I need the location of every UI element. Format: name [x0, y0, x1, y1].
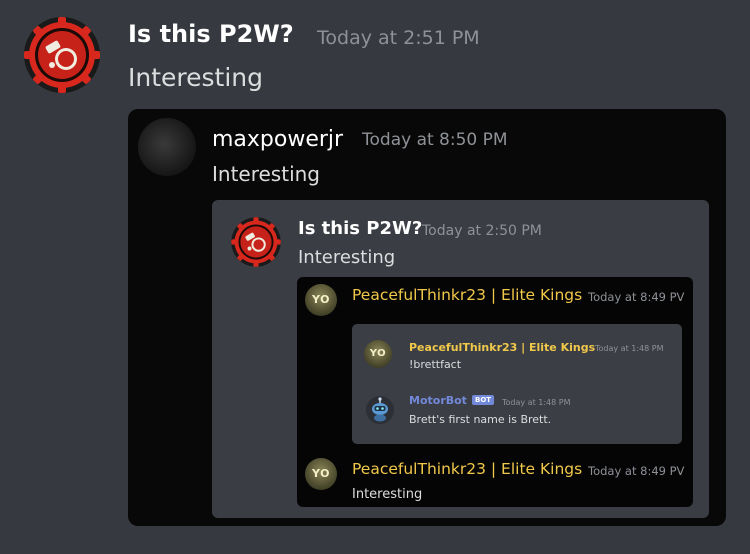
timestamp: Today at 2:50 PM	[422, 223, 542, 239]
bot-username: MotorBot	[409, 394, 467, 407]
avatar-text: YO	[312, 293, 330, 306]
message-text: Brett's first name is Brett.	[409, 413, 552, 426]
timestamp: Today at 2:51 PM	[317, 27, 480, 49]
timestamp: Today at 8:49 PV	[588, 290, 685, 304]
username: PeacefulThinkr23 | Elite Kings	[409, 341, 596, 354]
message-text: Interesting	[352, 487, 423, 502]
message-text: Interesting	[128, 63, 263, 92]
avatar: YO	[364, 340, 392, 368]
username: Is this P2W?	[298, 218, 423, 239]
avatar[interactable]	[22, 15, 102, 95]
timestamp: Today at 8:49 PV	[588, 464, 685, 478]
message-text: Interesting	[298, 247, 396, 268]
avatar: YO	[305, 458, 337, 490]
message-text: !brettfact	[409, 358, 462, 371]
username[interactable]: Is this P2W?	[128, 20, 294, 48]
username: maxpowerjr	[212, 127, 344, 152]
avatar-text: YO	[312, 467, 330, 480]
bot-badge: BOT	[472, 395, 495, 405]
avatar	[230, 216, 282, 268]
avatar: YO	[305, 284, 337, 316]
username: PeacefulThinkr23 | Elite Kings	[352, 460, 583, 478]
username: PeacefulThinkr23 | Elite Kings	[352, 286, 583, 304]
timestamp: Today at 1:48 PM	[502, 398, 571, 407]
red-gear-emblem-icon	[24, 17, 100, 93]
timestamp: Today at 8:50 PM	[362, 130, 508, 150]
timestamp: Today at 1:48 PM	[595, 344, 664, 353]
red-gear-emblem-icon	[231, 217, 281, 267]
avatar-text: YO	[369, 348, 387, 359]
avatar	[138, 118, 196, 176]
avatar	[366, 396, 394, 424]
message-text: Interesting	[212, 162, 320, 186]
robot-icon	[366, 396, 394, 424]
